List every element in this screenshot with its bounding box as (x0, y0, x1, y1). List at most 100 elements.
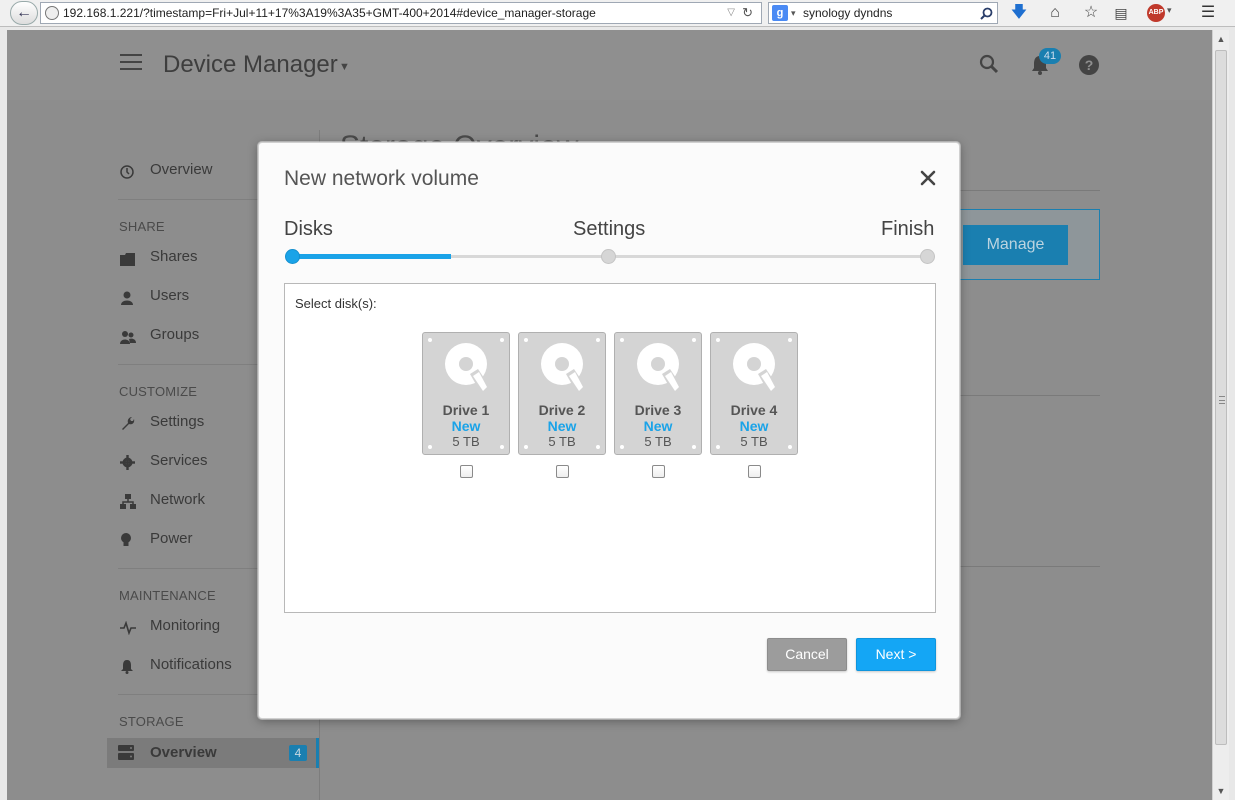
app-header: Device Manager ▼ 41 ? (7, 30, 1212, 100)
drive-card[interactable]: Drive 1 New 5 TB (422, 332, 510, 455)
drive-3-checkbox[interactable] (652, 465, 665, 478)
next-button[interactable]: Next > (856, 638, 936, 671)
hamburger-menu-icon[interactable] (120, 54, 142, 72)
notification-badge: 41 (1039, 48, 1061, 64)
chevron-down-icon[interactable]: ▼ (339, 61, 350, 73)
search-icon[interactable] (980, 3, 993, 26)
sidebar-item-services[interactable]: Services (118, 449, 208, 473)
step-progress-fill (292, 254, 451, 259)
group-icon (120, 328, 136, 344)
disk-selection-box: Select disk(s): Drive 1 New 5 TB Drive 2… (284, 283, 936, 613)
sidebar-item-label: Monitoring (150, 617, 221, 634)
scrollbar-thumb[interactable] (1215, 50, 1227, 745)
drive-4-checkbox[interactable] (748, 465, 761, 478)
dialog-title: New network volume (284, 167, 479, 190)
sidebar-item-label: Notifications (150, 656, 232, 673)
sidebar-item-overview[interactable]: Overview (118, 158, 213, 182)
step-disks: Disks (284, 218, 333, 240)
sidebar-item-network[interactable]: Network (118, 488, 205, 512)
drive-status: New (739, 418, 769, 434)
step-settings: Settings (573, 218, 646, 240)
back-button[interactable]: ← (10, 1, 38, 25)
reload-icon[interactable]: ↻ (742, 3, 753, 23)
sidebar-section-storage: STORAGE (119, 714, 184, 729)
drive-status: New (451, 418, 481, 434)
hard-drive-icon (636, 341, 682, 397)
gear-icon (120, 454, 135, 470)
scroll-up-icon[interactable]: ▲ (1213, 32, 1229, 46)
url-dropdown-icon[interactable]: ▽ (727, 3, 735, 23)
lightbulb-icon (120, 532, 134, 546)
adblock-dropdown-icon[interactable]: ▾ (1167, 5, 1172, 16)
drive-size: 5 TB (644, 434, 672, 449)
sidebar-item-settings[interactable]: Settings (118, 410, 204, 434)
drive-card[interactable]: Drive 4 New 5 TB (710, 332, 798, 455)
select-disks-label: Select disk(s): (295, 296, 377, 311)
bookmarks-list-icon[interactable]: ▤ (1110, 3, 1132, 23)
google-icon[interactable]: g (772, 5, 788, 21)
screw (716, 338, 720, 342)
screw (428, 338, 432, 342)
step-finish: Finish (881, 218, 935, 240)
browser-menu-icon[interactable]: ☰ (1196, 3, 1220, 23)
sidebar-section-share: SHARE (119, 219, 165, 234)
drive-name: Drive 1 (442, 402, 490, 418)
drive-2-checkbox[interactable] (556, 465, 569, 478)
screw (524, 338, 528, 342)
sidebar-item-label: Network (150, 491, 206, 508)
drive-size: 5 TB (740, 434, 768, 449)
search-text: synology dyndns (803, 6, 893, 20)
new-volume-dialog: New network volume Disks Settings Finish… (258, 142, 960, 719)
page-scrollbar[interactable]: ▲ ▼ (1212, 30, 1229, 800)
wrench-icon (120, 415, 135, 430)
sidebar-section-maintenance: MAINTENANCE (119, 588, 216, 603)
address-bar[interactable]: 192.168.1.221/?timestamp=Fri+Jul+11+17%3… (40, 2, 762, 24)
network-icon (120, 493, 136, 509)
scroll-down-icon[interactable]: ▼ (1213, 784, 1229, 798)
bell-icon (120, 658, 134, 674)
engine-dropdown-icon[interactable]: ▾ (791, 3, 796, 23)
browser-search-box[interactable]: g ▾ synology dyndns (768, 2, 998, 24)
drive-1-checkbox[interactable] (460, 465, 473, 478)
home-icon[interactable]: ⌂ (1044, 3, 1066, 23)
screw (596, 338, 600, 342)
user-icon (120, 289, 134, 305)
download-icon[interactable]: 🡇 (1008, 3, 1030, 23)
pulse-icon (120, 619, 136, 636)
step-dot-settings (601, 249, 616, 264)
clock-icon (120, 163, 134, 179)
sidebar-item-shares[interactable]: Shares (118, 245, 198, 269)
browser-toolbar: ← 192.168.1.221/?timestamp=Fri+Jul+11+17… (0, 0, 1235, 27)
help-icon[interactable]: ? (1079, 55, 1099, 75)
sidebar-item-groups[interactable]: Groups (118, 323, 199, 347)
step-dot-finish (920, 249, 935, 264)
sidebar-item-label[interactable]: Overview (150, 744, 217, 761)
manage-button[interactable]: Manage (963, 225, 1068, 265)
screw (500, 338, 504, 342)
sidebar-item-label: Shares (150, 248, 198, 265)
drive-status: New (547, 418, 577, 434)
cancel-button[interactable]: Cancel (767, 638, 847, 671)
drive-card[interactable]: Drive 3 New 5 TB (614, 332, 702, 455)
storage-icon (118, 745, 134, 760)
bookmark-star-icon[interactable]: ☆ (1080, 3, 1102, 23)
search-icon[interactable] (979, 54, 999, 74)
screw (692, 338, 696, 342)
sidebar-item-power[interactable]: Power (118, 527, 193, 551)
sidebar-item-monitoring[interactable]: Monitoring (118, 614, 220, 638)
grip-icon (1219, 396, 1225, 404)
app-title[interactable]: Device Manager (163, 51, 338, 79)
sidebar-item-label: Settings (150, 413, 205, 430)
screw (788, 338, 792, 342)
sidebar-item-users[interactable]: Users (118, 284, 189, 308)
close-icon[interactable] (917, 167, 939, 189)
adblock-icon[interactable]: ABP (1147, 4, 1165, 22)
sidebar-section-customize: CUSTOMIZE (119, 384, 198, 399)
hard-drive-icon (732, 341, 778, 397)
hard-drive-icon (444, 341, 490, 397)
url-text: 192.168.1.221/?timestamp=Fri+Jul+11+17%3… (63, 6, 596, 20)
drive-card[interactable]: Drive 2 New 5 TB (518, 332, 606, 455)
folder-icon (120, 250, 135, 266)
sidebar-item-notifications[interactable]: Notifications (118, 653, 232, 677)
drive-name: Drive 3 (634, 402, 682, 418)
